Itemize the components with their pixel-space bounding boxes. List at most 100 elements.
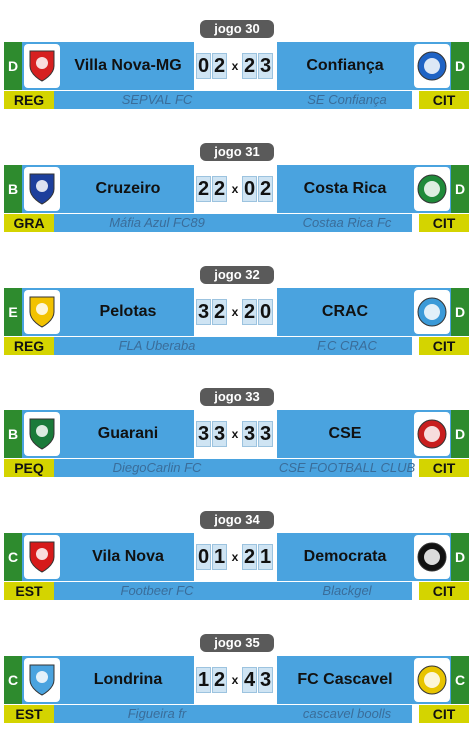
- away-score-digit: 1: [258, 544, 273, 570]
- home-score-digit: 2: [212, 53, 227, 79]
- home-category-badge: PEQ: [4, 459, 54, 477]
- villa-nova-crest-icon: [24, 44, 60, 88]
- away-division-badge: D: [451, 165, 469, 213]
- match-number-badge: jogo 32: [200, 266, 274, 284]
- scoreboard: 3 3 x 3 3: [194, 410, 277, 458]
- home-category-badge: REG: [4, 91, 54, 109]
- match-row: jogo 34 C D Vila Nova Democrata 0 1 x 2 …: [0, 511, 474, 626]
- away-score-digit: 3: [242, 421, 257, 447]
- match-row: jogo 30 D D Villa Nova-MG Confiança 0 2 …: [0, 20, 474, 135]
- match-number-badge: jogo 35: [200, 634, 274, 652]
- home-team-name: Villa Nova-MG: [74, 57, 182, 74]
- home-category-badge: EST: [4, 582, 54, 600]
- away-division-badge: D: [451, 288, 469, 336]
- guarani-crest-icon: [24, 412, 60, 456]
- away-category-badge: CIT: [419, 91, 469, 109]
- away-team-name: CSE: [328, 425, 362, 442]
- match-row: jogo 35 C C Londrina FC Cascavel 1 2 x 4…: [0, 634, 474, 749]
- home-category-badge: REG: [4, 337, 54, 355]
- cruzeiro-crest-icon: [24, 167, 60, 211]
- away-score-digit: 3: [258, 53, 273, 79]
- match-number-badge: jogo 33: [200, 388, 274, 406]
- home-category-badge: EST: [4, 705, 54, 723]
- scoreboard: 0 2 x 2 3: [194, 42, 277, 90]
- scoreboard: 3 2 x 2 0: [194, 288, 277, 336]
- home-score-digit: 3: [196, 421, 211, 447]
- home-team-name: Pelotas: [99, 303, 157, 320]
- away-team-name: Costa Rica: [303, 180, 387, 197]
- cse-crest-icon: [414, 412, 450, 456]
- match-row: jogo 32 E D Pelotas CRAC 3 2 x 2 0 FLA U…: [0, 266, 474, 381]
- home-team-name: Guarani: [97, 425, 159, 442]
- home-team-name: Vila Nova: [92, 548, 164, 565]
- home-score-digit: 3: [212, 421, 227, 447]
- score-separator: x: [231, 182, 239, 196]
- away-score-digit: 4: [242, 667, 257, 693]
- home-coach-name: Máfia Azul FC89: [109, 215, 205, 230]
- away-category-badge: CIT: [419, 337, 469, 355]
- londrina-crest-icon: [24, 658, 60, 702]
- democrata-crest-icon: [414, 535, 450, 579]
- away-score-digit: 2: [242, 299, 257, 325]
- match-row: jogo 31 B D Cruzeiro Costa Rica 2 2 x 0 …: [0, 143, 474, 258]
- home-coach-name: Footbeer FC: [120, 583, 194, 598]
- away-category-badge: CIT: [419, 582, 469, 600]
- away-coach-name: CSE FOOTBALL CLUB: [278, 460, 416, 475]
- home-score-digit: 0: [196, 53, 211, 79]
- home-division-badge: B: [4, 410, 22, 458]
- scoreboard: 1 2 x 4 3: [194, 656, 277, 704]
- away-score-digit: 2: [242, 53, 257, 79]
- home-score-digit: 1: [212, 544, 227, 570]
- away-score-digit: 3: [258, 667, 273, 693]
- home-coach-name: FLA Uberaba: [118, 338, 196, 353]
- score-separator: x: [231, 59, 239, 73]
- home-score-digit: 2: [212, 299, 227, 325]
- match-number-badge: jogo 34: [200, 511, 274, 529]
- home-score-digit: 0: [196, 544, 211, 570]
- away-team-name: Democrata: [303, 548, 387, 565]
- home-score-digit: 1: [196, 667, 211, 693]
- away-coach-name: F.C CRAC: [317, 338, 377, 353]
- home-score-digit: 2: [212, 176, 227, 202]
- confianca-crest-icon: [414, 44, 450, 88]
- away-division-badge: D: [451, 410, 469, 458]
- away-division-badge: C: [451, 656, 469, 704]
- home-coach-name: DiegoCarlin FC: [112, 460, 202, 475]
- scoreboard: 0 1 x 2 1: [194, 533, 277, 581]
- score-separator: x: [231, 550, 239, 564]
- away-team-name: CRAC: [321, 303, 369, 320]
- home-division-badge: B: [4, 165, 22, 213]
- away-division-badge: D: [451, 533, 469, 581]
- home-score-digit: 2: [212, 667, 227, 693]
- cascavel-crest-icon: [414, 658, 450, 702]
- away-score-digit: 3: [258, 421, 273, 447]
- home-category-badge: GRA: [4, 214, 54, 232]
- away-coach-name: Costaa Rica Fc: [302, 215, 392, 230]
- score-separator: x: [231, 673, 239, 687]
- away-category-badge: CIT: [419, 705, 469, 723]
- vila-nova-crest-icon: [24, 535, 60, 579]
- away-score-digit: 2: [258, 176, 273, 202]
- home-coach-name: SEPVAL FC: [121, 92, 193, 107]
- away-score-digit: 2: [242, 544, 257, 570]
- home-team-name: Londrina: [93, 671, 163, 688]
- away-category-badge: CIT: [419, 459, 469, 477]
- crac-crest-icon: [414, 290, 450, 334]
- match-number-badge: jogo 31: [200, 143, 274, 161]
- home-score-digit: 3: [196, 299, 211, 325]
- away-coach-name: cascavel boolls: [302, 706, 392, 721]
- away-team-name: FC Cascavel: [297, 671, 393, 688]
- costa-rica-crest-icon: [414, 167, 450, 211]
- home-score-digit: 2: [196, 176, 211, 202]
- away-score-digit: 0: [242, 176, 257, 202]
- away-score-digit: 0: [258, 299, 273, 325]
- score-separator: x: [231, 427, 239, 441]
- away-category-badge: CIT: [419, 214, 469, 232]
- away-team-name: Confiança: [306, 57, 384, 74]
- home-division-badge: D: [4, 42, 22, 90]
- away-coach-name: Blackgel: [322, 583, 372, 598]
- match-row: jogo 33 B D Guarani CSE 3 3 x 3 3 DiegoC…: [0, 388, 474, 503]
- scoreboard: 2 2 x 0 2: [194, 165, 277, 213]
- match-number-badge: jogo 30: [200, 20, 274, 38]
- home-team-name: Cruzeiro: [95, 180, 161, 197]
